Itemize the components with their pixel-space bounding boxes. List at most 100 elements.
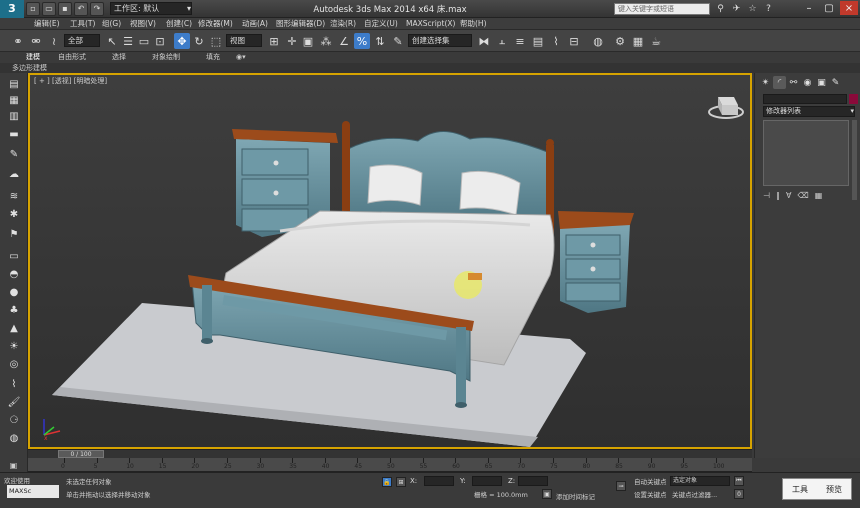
hemisphere-icon[interactable]: ◓ bbox=[7, 269, 21, 281]
communication-icon[interactable]: ☆ bbox=[746, 2, 759, 15]
hair-icon[interactable]: ⌇ bbox=[7, 379, 21, 391]
viewport-label[interactable]: [ + ] [透视] [明暗处理] bbox=[34, 76, 107, 86]
add-time-tag-button[interactable]: 添加时间标记 bbox=[556, 491, 595, 501]
rectangular-selection-icon[interactable]: ▭ bbox=[136, 33, 152, 49]
menu-customize[interactable]: 自定义(U) bbox=[364, 18, 398, 30]
tab-modeling[interactable]: 建模 bbox=[26, 52, 40, 63]
current-frame-field[interactable]: 0 bbox=[734, 489, 744, 499]
mini-curve-editor-button[interactable]: ▣ bbox=[0, 458, 28, 472]
cone-icon[interactable]: ♣ bbox=[7, 305, 21, 317]
auto-key-button[interactable]: 自动关键点 bbox=[634, 476, 667, 486]
scene-explorer-icon[interactable]: ▥ bbox=[7, 111, 21, 123]
select-and-rotate-icon[interactable]: ↻ bbox=[191, 33, 207, 49]
select-by-name-icon[interactable]: ☰ bbox=[120, 33, 136, 49]
link-icon[interactable]: ⚭ bbox=[10, 33, 26, 49]
spacewarp-icon[interactable]: ≋ bbox=[7, 191, 21, 203]
redo-icon[interactable]: ↷ bbox=[90, 1, 104, 16]
minimize-button[interactable]: – bbox=[800, 1, 818, 15]
viewport-shading-icon[interactable]: ▬ bbox=[7, 129, 21, 141]
menu-tools[interactable]: 工具(T) bbox=[70, 18, 95, 30]
show-end-result-icon[interactable]: ‖ bbox=[776, 191, 780, 200]
track-bar[interactable]: 0 5 10 15 20 25 30 35 40 45 50 55 60 65 70 75 80 85 90 95 10… bbox=[28, 458, 752, 472]
close-button[interactable]: × bbox=[840, 1, 858, 15]
gamepad-icon[interactable]: ⚆ bbox=[7, 415, 21, 427]
menu-maxscript[interactable]: MAXScript(X) bbox=[406, 18, 455, 30]
y-coordinate-field[interactable] bbox=[472, 476, 502, 486]
undo-icon[interactable]: ↶ bbox=[74, 1, 88, 16]
bind-space-warp-icon[interactable]: ≀ bbox=[46, 33, 62, 49]
configure-modifier-sets-icon[interactable]: ▦ bbox=[815, 191, 823, 200]
select-object-icon[interactable]: ↖ bbox=[104, 33, 120, 49]
graphite-toggle-icon[interactable]: ▤ bbox=[530, 33, 546, 49]
menu-animation[interactable]: 动画(A) bbox=[242, 18, 268, 30]
keyboard-shortcut-icon[interactable]: ▣ bbox=[300, 33, 316, 49]
select-and-move-icon[interactable]: ✥ bbox=[174, 33, 190, 49]
layer-manager-icon[interactable]: ≡ bbox=[512, 33, 528, 49]
sun-icon[interactable]: ☀ bbox=[7, 341, 21, 353]
tab-object-paint[interactable]: 对象绘制 bbox=[152, 52, 180, 63]
tab-selection[interactable]: 选择 bbox=[112, 52, 126, 63]
adaptive-degradation-icon[interactable]: ▣ bbox=[542, 489, 552, 499]
hierarchy-panel-icon[interactable]: ⚯ bbox=[787, 76, 800, 89]
pyramid-icon[interactable]: ▲ bbox=[7, 323, 21, 335]
menu-rendering[interactable]: 渲染(R) bbox=[330, 18, 356, 30]
display-panel-icon[interactable]: ▣ bbox=[815, 76, 828, 89]
maxscript-listener-field[interactable]: MAXSc bbox=[7, 485, 59, 498]
menu-views[interactable]: 视图(V) bbox=[130, 18, 156, 30]
tab-populate[interactable]: 填充 bbox=[206, 52, 220, 63]
edit-named-selection-icon[interactable]: ✎ bbox=[390, 33, 406, 49]
z-coordinate-field[interactable] bbox=[518, 476, 548, 486]
pivot-center-icon[interactable]: ⊞ bbox=[266, 33, 282, 49]
modify-panel-icon[interactable]: ◜ bbox=[773, 76, 786, 89]
menu-help[interactable]: 帮助(H) bbox=[460, 18, 487, 30]
object-name-field[interactable] bbox=[763, 94, 847, 104]
remove-modifier-icon[interactable]: ⌫ bbox=[797, 191, 808, 200]
container-icon[interactable]: ▤ bbox=[7, 79, 21, 91]
modifier-list-dropdown[interactable]: 修改器列表 ▾ bbox=[763, 106, 855, 117]
object-color-swatch[interactable] bbox=[849, 94, 858, 104]
go-to-start-icon[interactable]: ⏮ bbox=[734, 476, 744, 486]
window-crossing-icon[interactable]: ⊡ bbox=[152, 33, 168, 49]
mirror-icon[interactable]: ⧓ bbox=[476, 33, 492, 49]
save-icon[interactable]: ▪ bbox=[58, 1, 72, 16]
torus-icon[interactable]: ◎ bbox=[7, 359, 21, 371]
menu-edit[interactable]: 编辑(E) bbox=[34, 18, 60, 30]
perspective-viewport[interactable]: [ + ] [透视] [明暗处理] x bbox=[28, 73, 752, 449]
paint-icon[interactable]: ✎ bbox=[7, 149, 21, 161]
snaps-toggle-icon[interactable]: ⁂ bbox=[318, 33, 334, 49]
manipulate-icon[interactable]: ✛ bbox=[284, 33, 300, 49]
new-icon[interactable]: ▫ bbox=[26, 1, 40, 16]
menu-group[interactable]: 组(G) bbox=[102, 18, 121, 30]
tab-freeform[interactable]: 自由形式 bbox=[58, 52, 86, 63]
search-icon[interactable]: ⚲ bbox=[714, 2, 727, 15]
menu-modifiers[interactable]: 修改器(M) bbox=[198, 18, 233, 30]
preview-button[interactable]: 预览 bbox=[826, 484, 842, 495]
open-icon[interactable]: ▭ bbox=[42, 1, 56, 16]
motion-panel-icon[interactable]: ◉ bbox=[801, 76, 814, 89]
modifier-stack[interactable] bbox=[763, 120, 849, 186]
globe-icon[interactable]: ◍ bbox=[7, 433, 21, 445]
render-production-icon[interactable]: ☕ bbox=[648, 33, 664, 49]
material-editor-icon[interactable]: ◍ bbox=[590, 33, 606, 49]
select-and-scale-icon[interactable]: ⬚ bbox=[208, 33, 224, 49]
sphere-icon[interactable]: ● bbox=[7, 287, 21, 299]
pin-stack-icon[interactable]: ⊣ bbox=[763, 191, 770, 200]
application-menu-button[interactable]: 3 bbox=[0, 0, 24, 18]
menu-graph-editors[interactable]: 图形编辑器(D) bbox=[276, 18, 325, 30]
camera-icon[interactable]: ⚑ bbox=[7, 229, 21, 241]
render-setup-icon[interactable]: ⚙ bbox=[612, 33, 628, 49]
x-coordinate-field[interactable] bbox=[424, 476, 454, 486]
percent-snap-icon[interactable]: % bbox=[354, 33, 370, 49]
schematic-view-icon[interactable]: ⊟ bbox=[566, 33, 582, 49]
utilities-panel-icon[interactable]: ✎ bbox=[829, 76, 842, 89]
selection-filter-dropdown[interactable]: 全部 bbox=[64, 34, 100, 47]
curve-editor-icon[interactable]: ⌇ bbox=[548, 33, 564, 49]
restore-button[interactable]: ▢ bbox=[820, 1, 838, 15]
workspace-dropdown[interactable]: 工作区: 默认 ▾ bbox=[110, 2, 192, 15]
light-icon[interactable]: ✱ bbox=[7, 209, 21, 221]
rendered-frame-window-icon[interactable]: ▦ bbox=[630, 33, 646, 49]
panel-scrollbar[interactable] bbox=[852, 120, 857, 200]
create-panel-icon[interactable]: ✴ bbox=[759, 76, 772, 89]
spinner-snap-icon[interactable]: ⇅ bbox=[372, 33, 388, 49]
selection-lock-icon[interactable]: 🔒 bbox=[382, 477, 392, 487]
